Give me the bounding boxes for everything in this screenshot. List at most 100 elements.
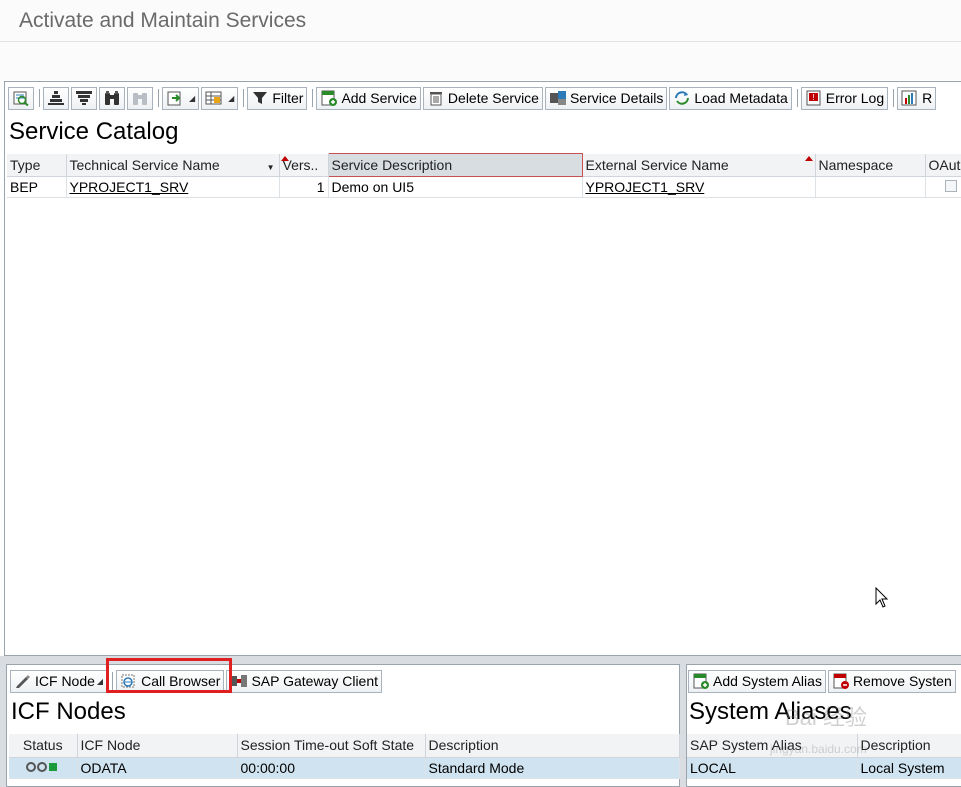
icf-nodes-title: ICF Nodes — [11, 698, 126, 725]
service-details-button[interactable]: Service Details — [544, 86, 668, 110]
sort-descending-icon — [75, 90, 93, 106]
filter-button-label: Filter — [272, 90, 304, 106]
refresh-load-icon — [673, 90, 691, 106]
svg-text:!: ! — [812, 93, 814, 102]
status-active-icon — [25, 761, 57, 772]
service-catalog-toolbar: ◢ ◢ Filter Add Service Delete Service Se… — [5, 85, 938, 111]
cell-type: BEP — [7, 176, 67, 198]
magnifier-details-icon — [12, 90, 30, 107]
call-browser-button[interactable]: Call Browser — [116, 669, 225, 693]
remove-document-icon — [832, 673, 850, 689]
gateway-client-icon — [230, 673, 248, 689]
column-header-description[interactable]: Description — [857, 734, 961, 758]
toolbar-separator — [158, 89, 159, 107]
dropdown-arrow-icon: ◢ — [228, 93, 235, 103]
error-log-icon: ! — [805, 90, 823, 106]
service-details-label: Service Details — [569, 90, 664, 106]
column-header-service-description[interactable]: Service Description — [327, 153, 583, 177]
filter-button[interactable]: Filter — [247, 86, 308, 110]
dropdown-arrow-icon: ◢ — [96, 676, 104, 686]
column-header-oauth[interactable]: OAut — [925, 153, 961, 177]
column-header-session-timeout[interactable]: Session Time-out Soft State — [237, 734, 426, 758]
toolbar-separator — [312, 89, 314, 107]
cell-sap-system-alias: LOCAL — [687, 757, 858, 779]
toolbar-separator — [39, 89, 40, 107]
icf-nodes-table: Status ICF Node Session Time-out Soft St… — [9, 734, 680, 779]
overflow-button[interactable]: R — [897, 86, 937, 110]
export-button[interactable]: ◢ — [162, 86, 200, 110]
trash-icon — [427, 90, 445, 106]
filter-marker-icon: ▼ — [266, 162, 275, 172]
load-metadata-button[interactable]: Load Metadata — [669, 86, 792, 110]
column-header-label: External Service Name — [585, 156, 729, 173]
remove-system-alias-button[interactable]: Remove Systen — [827, 669, 956, 693]
column-header-namespace[interactable]: Namespace — [815, 153, 926, 177]
add-document-icon — [320, 90, 338, 106]
table-header-row: Status ICF Node Session Time-out Soft St… — [9, 734, 680, 758]
add-system-alias-button[interactable]: Add System Alias — [688, 669, 826, 693]
error-log-button[interactable]: ! Error Log — [800, 86, 889, 110]
column-header-external-service-name[interactable]: External Service Name — [582, 153, 816, 177]
sort-descending-button[interactable] — [71, 86, 97, 110]
system-aliases-toolbar: Add System Alias Remove Systen — [688, 668, 958, 694]
pencil-icon — [14, 673, 32, 689]
cell-oauth[interactable] — [925, 176, 961, 198]
sort-ascending-icon — [47, 90, 65, 106]
cell-external-service-name-link[interactable]: YPROJECT1_SRV — [582, 176, 816, 198]
filter-funnel-icon — [251, 90, 269, 106]
column-header-version[interactable]: Vers.. — [279, 153, 329, 177]
oauth-checkbox[interactable] — [944, 180, 957, 192]
layout-grid-icon — [205, 90, 223, 106]
cell-namespace — [815, 176, 926, 198]
cell-status — [9, 757, 78, 779]
window-titlebar: Activate and Maintain Services — [0, 0, 961, 42]
column-header-icf-node[interactable]: ICF Node — [77, 734, 238, 758]
mouse-cursor-icon — [875, 587, 889, 608]
column-header-label: Technical Service Name — [69, 156, 220, 173]
delete-service-label: Delete Service — [447, 90, 539, 106]
watermark-logo: Bai 经验 — [785, 705, 867, 730]
sap-gateway-client-button[interactable]: SAP Gateway Client — [226, 669, 383, 693]
delete-service-button[interactable]: Delete Service — [422, 86, 543, 110]
column-header-type[interactable]: Type — [7, 153, 67, 177]
sort-marker-icon — [280, 155, 289, 161]
toolbar-separator — [243, 89, 245, 107]
cell-technical-service-name-link[interactable]: YPROJECT1_SRV — [66, 176, 280, 198]
table-row[interactable]: ODATA 00:00:00 Standard Mode — [9, 757, 680, 779]
overflow-label: R — [922, 90, 933, 106]
add-document-icon — [692, 673, 710, 689]
column-header-description[interactable]: Description — [425, 734, 680, 758]
add-service-button[interactable]: Add Service — [316, 86, 421, 110]
cell-service-description[interactable]: Demo on UI5 — [327, 176, 583, 198]
cell-version: 1 — [279, 176, 329, 198]
browser-icon — [120, 673, 138, 689]
cell-icf-node: ODATA — [77, 757, 238, 779]
application-toolbar-area — [0, 42, 961, 80]
toolbar-separator — [893, 89, 895, 107]
find-button[interactable] — [99, 86, 125, 110]
binoculars-icon — [103, 90, 121, 106]
toolbar-separator — [112, 672, 114, 690]
column-header-status[interactable]: Status — [9, 734, 78, 758]
binoculars-next-icon — [131, 90, 149, 106]
chart-grid-icon — [901, 90, 919, 106]
export-icon — [166, 90, 184, 106]
service-details-icon — [549, 90, 567, 106]
window-title: Activate and Maintain Services — [19, 9, 307, 32]
icf-node-button[interactable]: ICF Node ◢ — [10, 669, 108, 693]
call-browser-label: Call Browser — [141, 673, 221, 689]
find-next-button[interactable] — [127, 86, 153, 110]
layout-button[interactable]: ◢ — [201, 86, 239, 110]
table-row[interactable]: BEP YPROJECT1_SRV 1 Demo on UI5 YPROJECT… — [7, 176, 961, 198]
icf-nodes-pane: ICF Node ◢ Call Browser SAP Gateway Clien… — [6, 664, 680, 787]
error-log-label: Error Log — [825, 90, 885, 106]
details-button[interactable] — [8, 86, 34, 110]
cell-description: Standard Mode — [425, 757, 680, 779]
dropdown-arrow-icon: ◢ — [189, 93, 196, 103]
table-header-row: Type Technical Service Name ▼ Vers.. Ser… — [7, 153, 961, 177]
toolbar-separator — [796, 89, 798, 107]
table-row[interactable]: LOCAL Local System — [687, 757, 961, 779]
sort-ascending-button[interactable] — [43, 86, 69, 110]
system-aliases-table: SAP System Alias Description LOCAL Local… — [687, 734, 961, 779]
column-header-technical-service-name[interactable]: Technical Service Name ▼ — [66, 153, 280, 177]
